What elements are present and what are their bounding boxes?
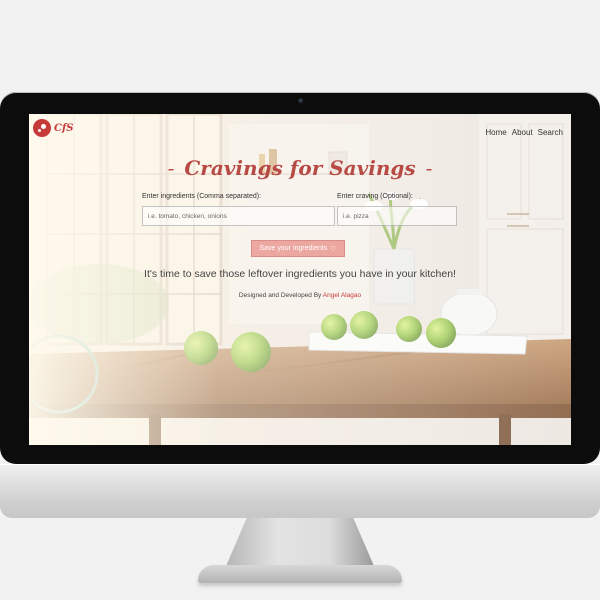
heart-outline-icon: ♡ bbox=[330, 245, 337, 253]
save-ingredients-button[interactable]: Save your ingredients ♡ bbox=[251, 240, 345, 257]
top-navigation: Home About Search bbox=[485, 128, 563, 137]
craving-input[interactable] bbox=[337, 206, 457, 226]
ingredients-label: Enter ingredients (Comma separated): bbox=[142, 193, 262, 200]
credit-prefix: Designed and Developed By bbox=[238, 292, 323, 299]
cookie-icon bbox=[33, 119, 51, 137]
ingredients-input[interactable] bbox=[142, 206, 335, 226]
brand-name: CfS bbox=[54, 122, 74, 134]
title-dash-right: - bbox=[425, 156, 433, 180]
nav-about-link[interactable]: About bbox=[512, 128, 533, 137]
brand-logo[interactable]: CfS bbox=[33, 119, 73, 137]
nav-home-link[interactable]: Home bbox=[485, 128, 506, 137]
camera-icon bbox=[298, 98, 304, 104]
title-dash-left: - bbox=[167, 156, 175, 180]
nav-search-link[interactable]: Search bbox=[538, 128, 563, 137]
screen: CfS Home About Search - Cravings for Sav… bbox=[29, 114, 571, 445]
monitor-stand-foot bbox=[198, 565, 402, 583]
designer-credit: Designed and Developed By Angel Alagao bbox=[29, 292, 571, 299]
title-text: Cravings for Savings bbox=[184, 156, 416, 180]
scene: CfS Home About Search - Cravings for Sav… bbox=[0, 0, 600, 600]
hero-tagline: It's time to save those leftover ingredi… bbox=[144, 268, 456, 280]
monitor-stand-neck bbox=[226, 518, 374, 566]
page-title: - Cravings for Savings - bbox=[29, 156, 571, 180]
save-button-label: Save your ingredients bbox=[259, 245, 328, 252]
craving-label: Enter craving (Optional): bbox=[337, 193, 413, 200]
monitor-chin bbox=[0, 464, 600, 518]
designer-link[interactable]: Angel Alagao bbox=[323, 292, 361, 299]
